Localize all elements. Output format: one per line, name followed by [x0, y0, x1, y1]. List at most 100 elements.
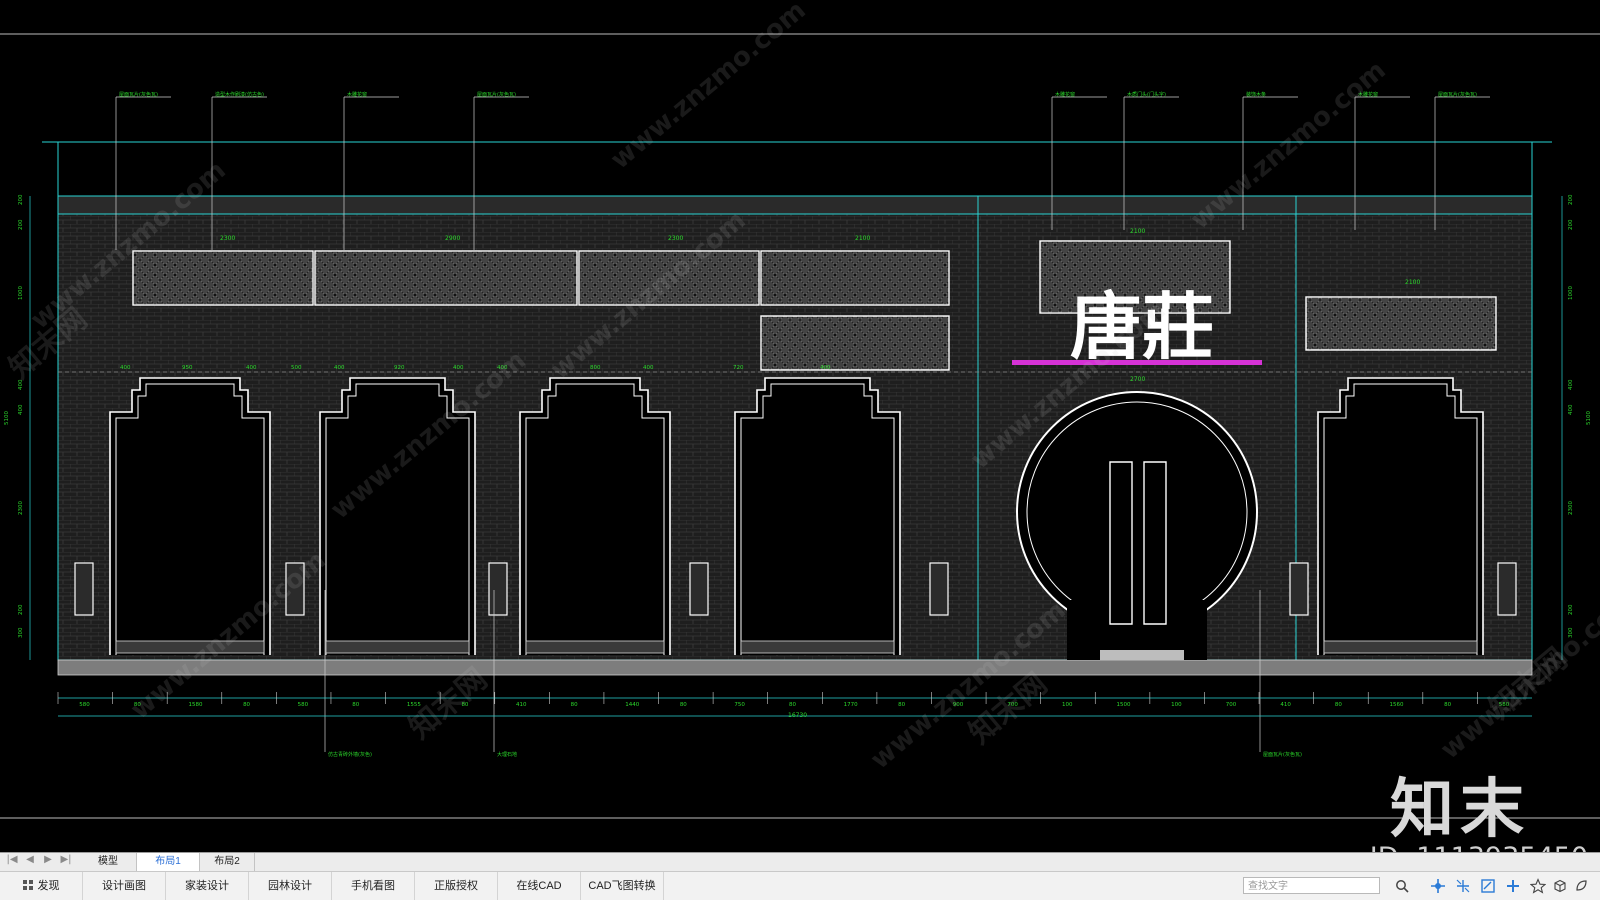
tab-layout1[interactable]: 布局1	[137, 853, 200, 871]
wall-lamp	[74, 562, 94, 616]
window-opening	[519, 377, 671, 655]
right-dim-text: 400	[1568, 379, 1574, 390]
wall-lamp	[488, 562, 508, 616]
garden-design-button[interactable]: 园林设计	[249, 872, 332, 900]
gate-step	[1100, 650, 1184, 660]
left-dim-text: 2300	[18, 501, 24, 515]
bottom-dim-text: 1500	[1117, 702, 1131, 708]
right-dim-text: 2300	[1568, 501, 1574, 515]
right-dim-text: 400	[1568, 404, 1574, 415]
tab-model[interactable]: 模型	[80, 853, 137, 871]
bottom-annotation: 仿古青砖外墙(灰色)	[328, 751, 372, 758]
pier-dim-text: 400	[334, 365, 345, 371]
cad-drawing-canvas[interactable]: 唐莊 屋面瓦片(灰色瓦) 造型木作刷漆(仿古色) 木雕花窗 屋面瓦片(灰色瓦) 木雕花窗木…	[0, 0, 1600, 873]
top-dim-text: 2100	[855, 235, 870, 242]
bottom-dim-text: 580	[79, 702, 90, 708]
left-dim-text: 200	[18, 219, 24, 230]
cube-icon[interactable]	[1552, 878, 1568, 894]
planter	[525, 640, 665, 654]
window-opening	[1317, 377, 1484, 655]
lattice-window	[760, 250, 950, 306]
mobile-view-button[interactable]: 手机看图	[332, 872, 415, 900]
pier-dim-text: 920	[394, 365, 405, 371]
elevation-drawing: 唐莊屋面瓦片(灰色瓦) 造型木作刷漆(仿古色) 木雕花窗 屋面瓦片(灰色瓦) 木雕花窗木…	[0, 0, 1600, 819]
right-dim-text: 2100	[1130, 228, 1145, 235]
license-button[interactable]: 正版授权	[415, 872, 498, 900]
search-icon[interactable]	[1394, 878, 1410, 894]
right-dim-text: 200	[1568, 194, 1574, 205]
bottom-dim-text: 80	[789, 702, 796, 708]
lattice-window	[1305, 296, 1497, 351]
right-dim-text: 2700	[1130, 376, 1145, 383]
bottom-dim-text: 410	[1280, 702, 1291, 708]
lattice-window	[314, 250, 578, 306]
cad-convert-button[interactable]: CAD飞图转换	[581, 872, 664, 900]
bottom-dim-text: 80	[571, 702, 578, 708]
planter	[325, 640, 470, 654]
online-cad-button[interactable]: 在线CAD	[498, 872, 581, 900]
find-text-input[interactable]: 查找文字	[1243, 877, 1380, 894]
planter	[1323, 640, 1478, 654]
top-annotation: 木质门头(门头字)	[1127, 91, 1166, 98]
bottom-dim-text: 100	[1171, 702, 1182, 708]
pier-dim-text: 500	[291, 365, 302, 371]
top-annotation: 造型木作刷漆(仿古色)	[215, 91, 264, 98]
total-dim-text: 16730	[788, 712, 807, 719]
cornice-band	[57, 195, 1533, 215]
wall-lamp	[1289, 562, 1309, 616]
pier-dim-text: 800	[590, 365, 601, 371]
wall-lamp	[689, 562, 709, 616]
dimension-icon[interactable]	[1480, 878, 1496, 894]
bottom-dim-text: 1560	[1390, 702, 1404, 708]
right-dim-text: 1000	[1568, 286, 1574, 300]
bottom-dim-text: 80	[1335, 702, 1342, 708]
prev-tab-icon[interactable]: ◀	[24, 854, 36, 865]
home-design-button[interactable]: 家装设计	[166, 872, 249, 900]
bottom-dim-text: 1580	[188, 702, 202, 708]
discover-label: 发现	[37, 880, 60, 892]
discover-button[interactable]: 发现	[0, 872, 83, 900]
wall-lamp	[929, 562, 949, 616]
window-opening	[734, 377, 901, 655]
left-dim-text: 1000	[18, 286, 24, 300]
brand-logo: 知末	[1390, 773, 1530, 847]
snap-icon[interactable]	[1430, 878, 1446, 894]
pier-dim-text: 720	[733, 365, 744, 371]
bottom-dim-text: 80	[352, 702, 359, 708]
moon-gate-outer	[1016, 391, 1258, 633]
wall-lamp	[1497, 562, 1517, 616]
top-dim-text: 2900	[445, 235, 460, 242]
lattice-window	[760, 315, 950, 371]
top-annotation: 装饰木条	[1246, 91, 1266, 98]
bottom-annotation: 屋面瓦片(灰色瓦)	[1263, 751, 1302, 758]
watermark-text: www.znzmo.com	[605, 0, 811, 175]
planter	[740, 640, 895, 654]
bottom-dim-text: 80	[243, 702, 250, 708]
top-annotation: 木雕花窗	[1055, 91, 1075, 98]
next-tab-icon[interactable]: ▶	[42, 854, 54, 865]
right-dim-text: 5100	[1586, 411, 1592, 425]
right-dim-text: 200	[1568, 219, 1574, 230]
bottom-dim-text: 100	[1062, 702, 1073, 708]
left-dim-text: 200	[18, 194, 24, 205]
top-dim-text: 2300	[220, 235, 235, 242]
first-tab-icon[interactable]: |◀	[6, 854, 18, 865]
pier-dim-text: 400	[820, 365, 831, 371]
crosshair-icon[interactable]	[1505, 878, 1521, 894]
shape-icon[interactable]	[1574, 878, 1590, 894]
last-tab-icon[interactable]: ▶|	[60, 854, 72, 865]
grid-icon	[22, 880, 33, 890]
ortho-icon[interactable]	[1455, 878, 1471, 894]
design-drawing-button[interactable]: 设计画图	[83, 872, 166, 900]
pier-dim-text: 950	[182, 365, 193, 371]
left-dim-text: 300	[18, 627, 24, 638]
star-icon[interactable]	[1530, 878, 1546, 894]
bottom-dim-text: 700	[1226, 702, 1237, 708]
bottom-dim-text: 580	[298, 702, 309, 708]
bottom-dim-text: 80	[680, 702, 687, 708]
bottom-dim-text: 410	[516, 702, 527, 708]
tab-nav-arrows: |◀ ◀ ▶ ▶|	[6, 854, 72, 865]
tab-layout2[interactable]: 布局2	[200, 853, 255, 871]
layout-tab-bar: |◀ ◀ ▶ ▶| 模型 布局1 布局2	[0, 852, 1600, 871]
top-annotation: 屋面瓦片(灰色瓦)	[119, 91, 158, 98]
